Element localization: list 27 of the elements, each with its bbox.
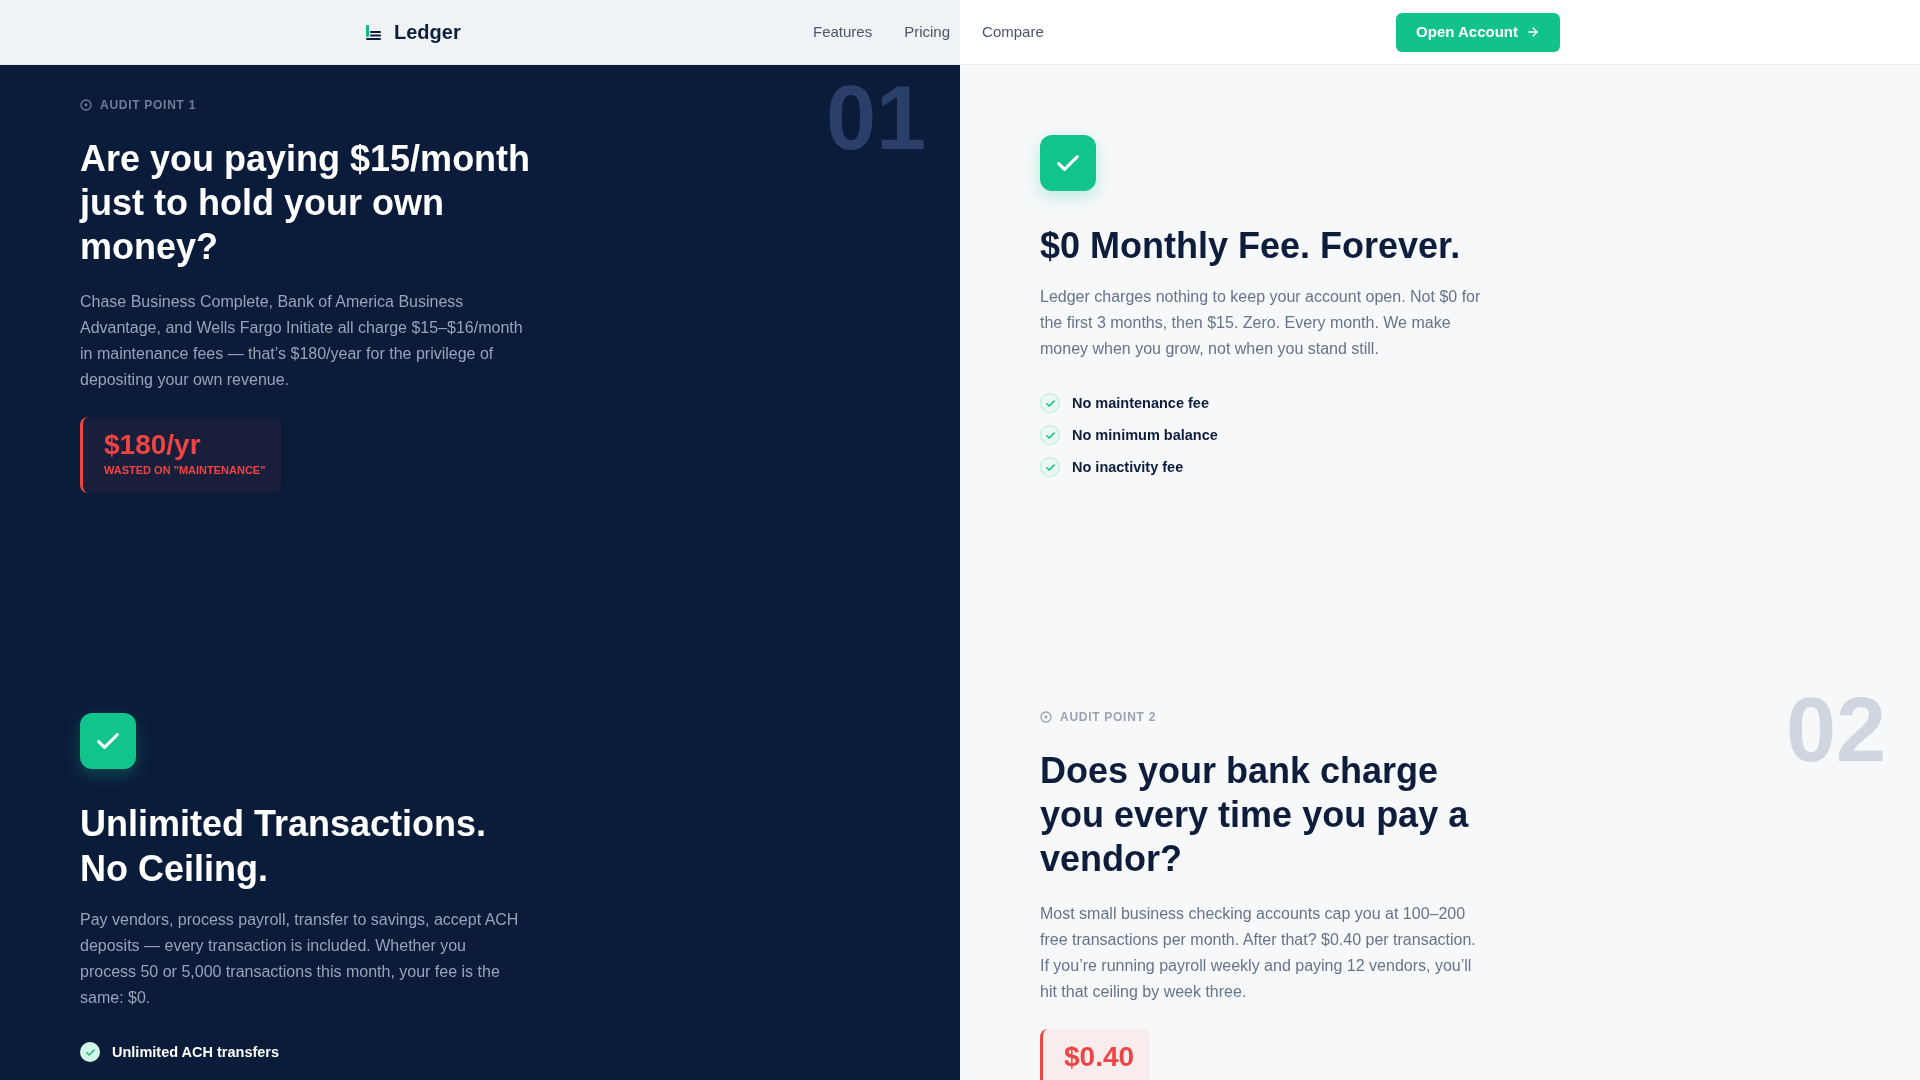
section-description: Pay vendors, process payroll, transfer to savings, accept ACH deposits — every transaction is included. Whether you process 50 or 5,000 transactions this month, your fee is the same: $0. [80,910,520,1008]
section-description: Ledger charges nothing to keep your account open. Not $0 for the first 3 months, then $15. Zero. Every month. We make money when you grow, not when you stand still. [1040,287,1482,359]
audit-point-label: AUDIT POINT 2 [1060,709,1157,725]
section-heading: $0 Monthly Fee. Forever. [1040,224,1462,268]
checkmark-icon [80,713,136,769]
section-heading: Unlimited Transactions. No Ceiling. [80,802,488,891]
circle-dot-icon [80,99,92,111]
audit-point-label: AUDIT POINT 1 [100,97,197,113]
stat-caption: WASTED ON "MAINTENANCE" [104,463,266,477]
stat-value: $180/yr [104,429,202,461]
circle-dot-icon [1040,711,1052,723]
section-description: Most small business checking accounts cap you at 100–200 free transactions per month. After that? $0.40 per transaction. If you’re running payroll weekly and paying 12 vendors, you’ll hit that ceiling by week three. [1040,904,1477,1002]
logo-wordmark: Ledger [394,20,461,45]
nav-link[interactable]: Compare [982,20,1044,44]
logo-icon [365,23,382,41]
feature-item: Unlimited ACH transfers [112,1043,280,1062]
checkmark-icon [1040,135,1096,191]
stat-value: $0.40 [1064,1041,1135,1073]
feature-item: No inactivity fee [1072,458,1184,477]
section-description: Chase Business Complete, Bank of America Business Advantage, and Wells Fargo Initiate all charge $15–$16/month in maintenance fees — that’s $180/year for the privilege of depositing your own revenue. [80,292,524,390]
logo-link[interactable]: Ledger [365,17,461,47]
nav-link[interactable]: Pricing [904,20,951,44]
feature-item: No minimum balance [1072,426,1218,445]
section-heading: Are you paying $15/month just to hold your own money? [80,137,532,269]
nav-link[interactable]: Features [813,20,873,44]
feature-item: No maintenance fee [1072,394,1209,413]
section-heading: Does your bank charge you every time you pay a vendor? [1040,749,1470,881]
